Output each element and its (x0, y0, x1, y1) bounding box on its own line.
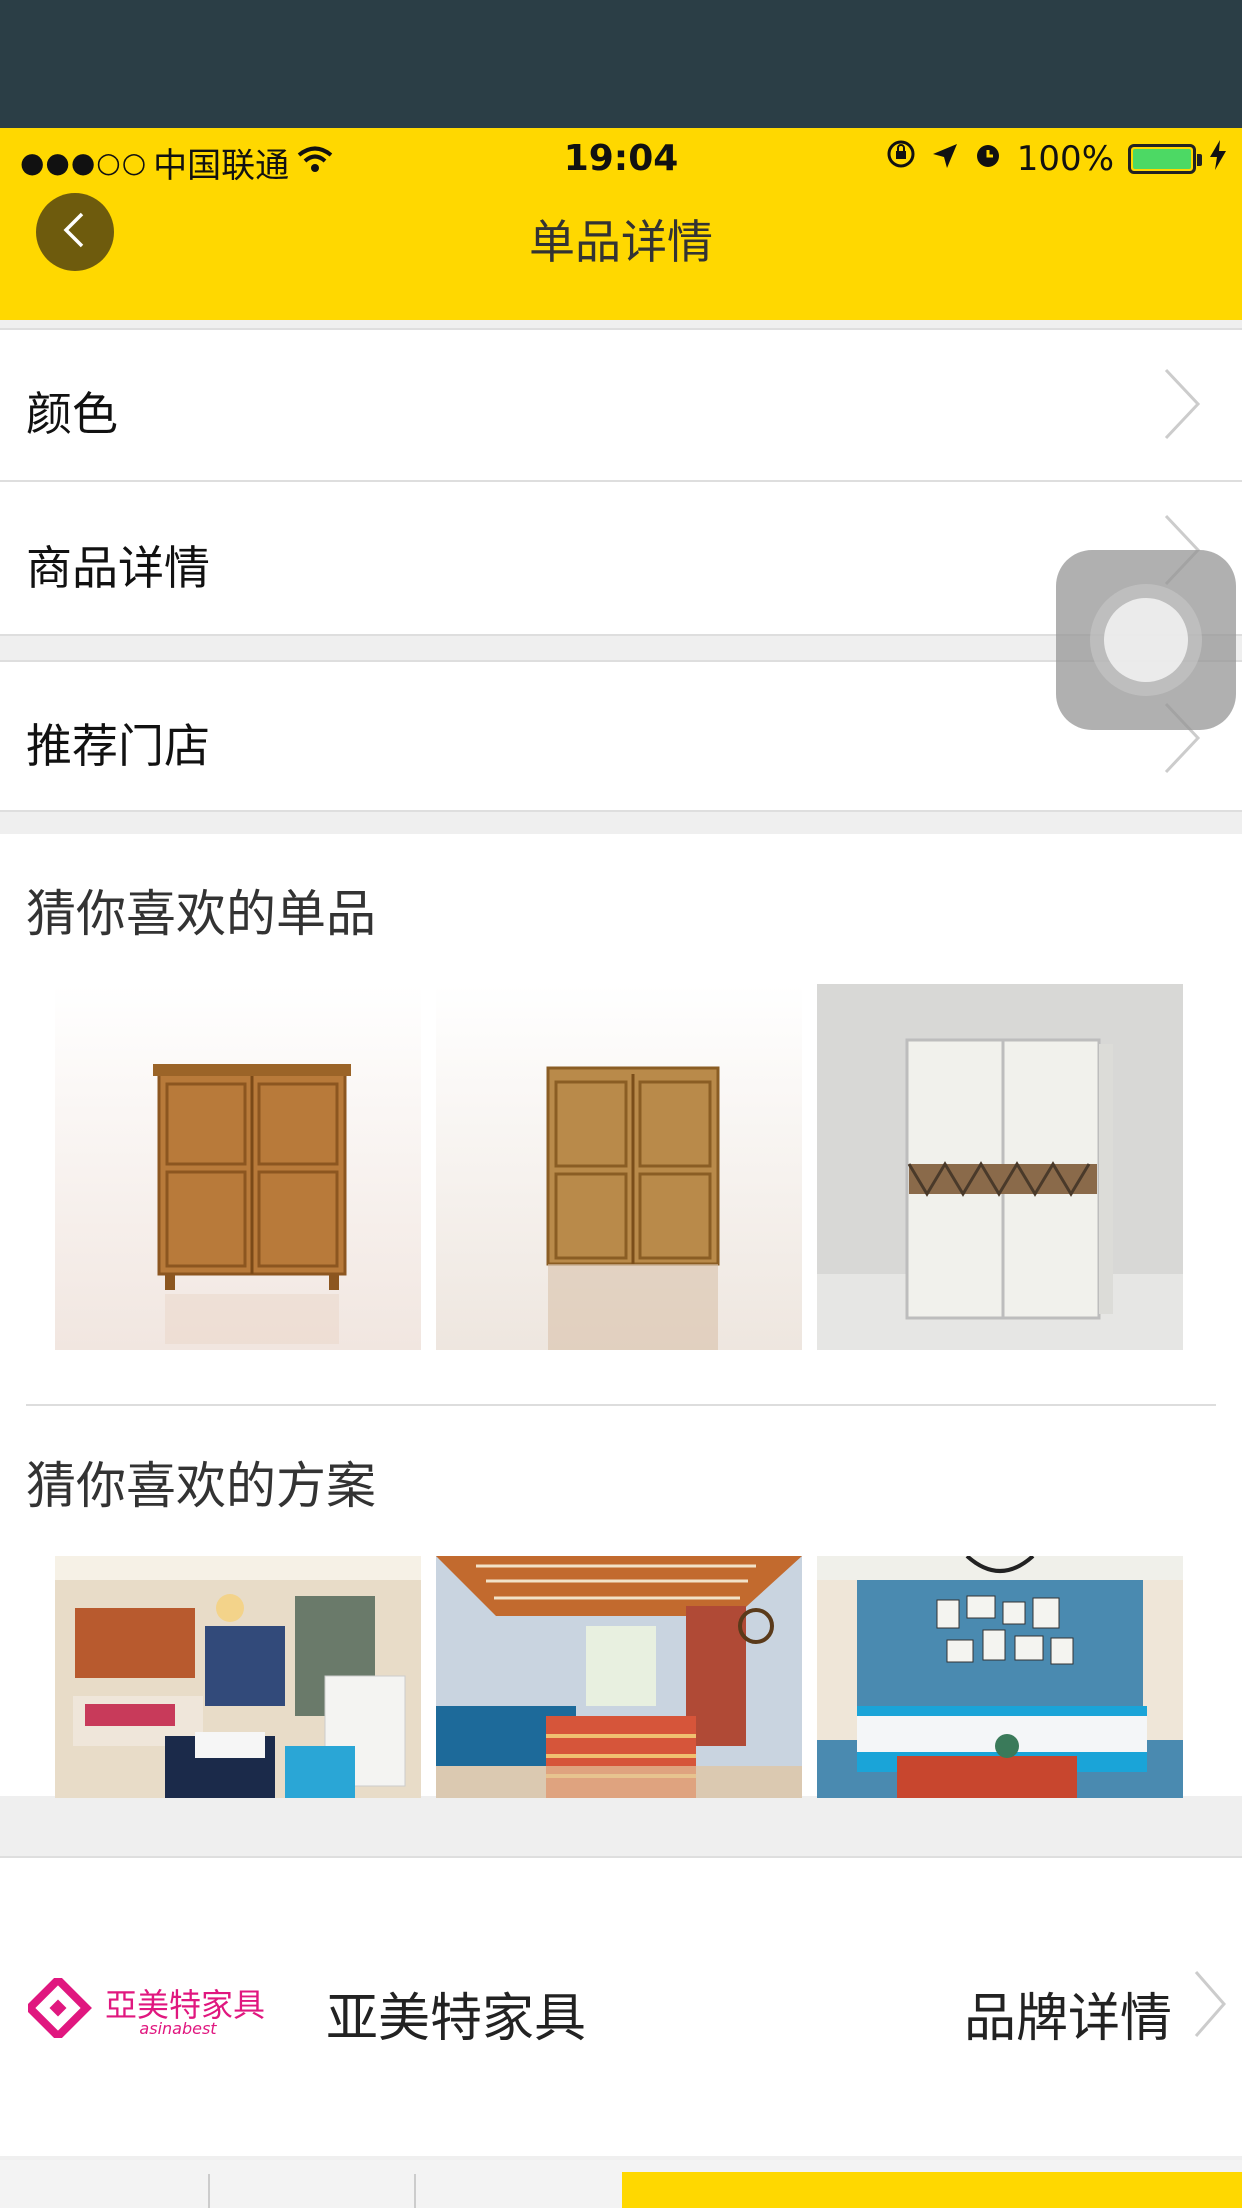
top-dark-strip (0, 0, 1242, 128)
section-divider (26, 1404, 1216, 1406)
row-color[interactable]: 颜色 (0, 328, 1242, 482)
battery-percent: 100% (1016, 138, 1114, 179)
assistive-touch-button[interactable] (1056, 550, 1236, 730)
brand-detail-link[interactable]: 品牌详情 (964, 1976, 1172, 2051)
liked-item-1-image[interactable] (55, 984, 421, 1350)
charging-bolt-icon (1210, 139, 1226, 179)
liked-plans-title: 猜你喜欢的方案 (26, 1457, 376, 1515)
battery-fill (1133, 148, 1191, 169)
chevron-right-icon (1162, 368, 1202, 444)
tab-separator (414, 2174, 416, 2208)
alarm-icon (973, 139, 1003, 179)
primary-action-button[interactable] (622, 2172, 1242, 2208)
brand-name: 亚美特家具 (326, 1989, 587, 2049)
liked-item-2-image[interactable] (436, 984, 802, 1350)
rotation-lock-icon (885, 138, 917, 179)
battery-icon (1128, 143, 1202, 174)
chevron-right-icon (1192, 1970, 1228, 2042)
tab-separator (208, 2174, 210, 2208)
row-product-detail-label: 商品详情 (26, 541, 210, 595)
row-recommended-store-label: 推荐门店 (26, 719, 210, 773)
status-bar: ●●●○○ 中国联通 19:04 100% (0, 128, 1242, 190)
liked-item-3-image[interactable] (817, 984, 1183, 1350)
recommendations-section: 猜你喜欢的单品 猜你喜欢的方案 (0, 834, 1242, 1798)
liked-plan-1-image[interactable] (55, 1556, 421, 1798)
row-color-label: 颜色 (26, 387, 118, 441)
page-title: 单品详情 (529, 215, 713, 269)
liked-plan-3-image[interactable] (817, 1556, 1183, 1798)
assistive-touch-core (1104, 598, 1188, 682)
bottom-action-bar (0, 2160, 1242, 2208)
nav-bar: 单品详情 (0, 190, 1242, 320)
brand-bar[interactable]: 亞美特家具 asinabest 亚美特家具 品牌详情 (0, 1856, 1242, 2156)
liked-items-title: 猜你喜欢的单品 (26, 885, 376, 943)
liked-plan-2-image[interactable] (436, 1556, 802, 1798)
brand-logo-subtext: asinabest (139, 2019, 217, 2038)
location-arrow-icon (931, 139, 959, 179)
brand-logo: 亞美特家具 asinabest (24, 1974, 298, 2042)
